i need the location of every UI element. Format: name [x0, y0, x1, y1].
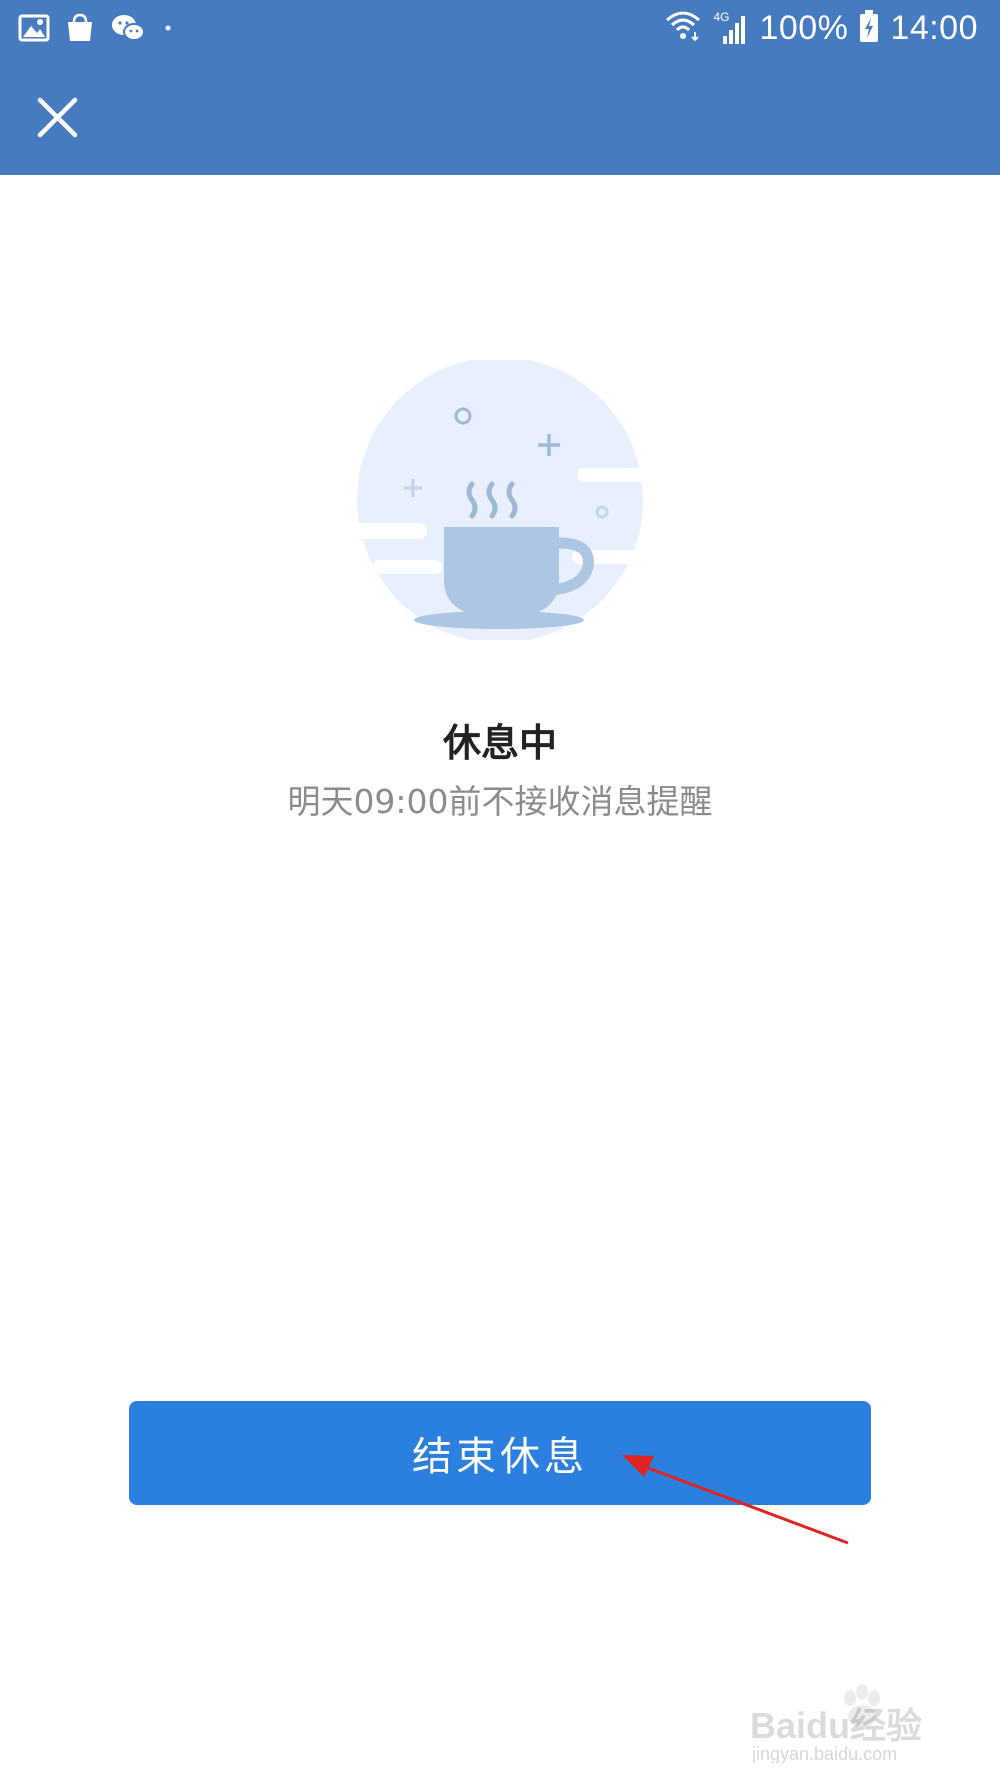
page-title: 休息中: [442, 721, 557, 765]
clock: 14:00: [890, 8, 978, 47]
watermark-url: jingyan.baidu.com: [751, 1744, 897, 1763]
coffee-cup-icon: [352, 357, 657, 643]
baidu-logo-icon: Baidu经验 jingyan.baidu.com: [750, 1684, 922, 1764]
close-button[interactable]: [30, 90, 85, 145]
battery-icon: [858, 8, 880, 48]
notification-icons: [18, 12, 176, 48]
close-icon: [37, 97, 78, 138]
wechat-icon: [110, 12, 146, 48]
status-bar: 4G 100% 14:00: [0, 0, 1000, 60]
shopping-bag-icon: [64, 12, 96, 48]
status-description: 明天09:00前不接收消息提醒: [287, 782, 713, 821]
image-icon: [18, 12, 50, 48]
wifi-icon: [663, 8, 703, 48]
system-status: 4G 100% 14:00: [663, 8, 978, 48]
end-rest-button[interactable]: 结束休息: [129, 1401, 871, 1505]
battery-percent: 100%: [759, 8, 849, 47]
app-header: [0, 60, 1000, 175]
signal-icon: 4G: [713, 10, 749, 46]
coffee-cup-illustration: [352, 357, 657, 643]
baidu-watermark: Baidu经验 jingyan.baidu.com: [750, 1678, 950, 1764]
watermark-brand: Baidu经验: [750, 1705, 922, 1746]
dot-icon: [160, 12, 176, 48]
annotation-arrow: [622, 1455, 849, 1545]
